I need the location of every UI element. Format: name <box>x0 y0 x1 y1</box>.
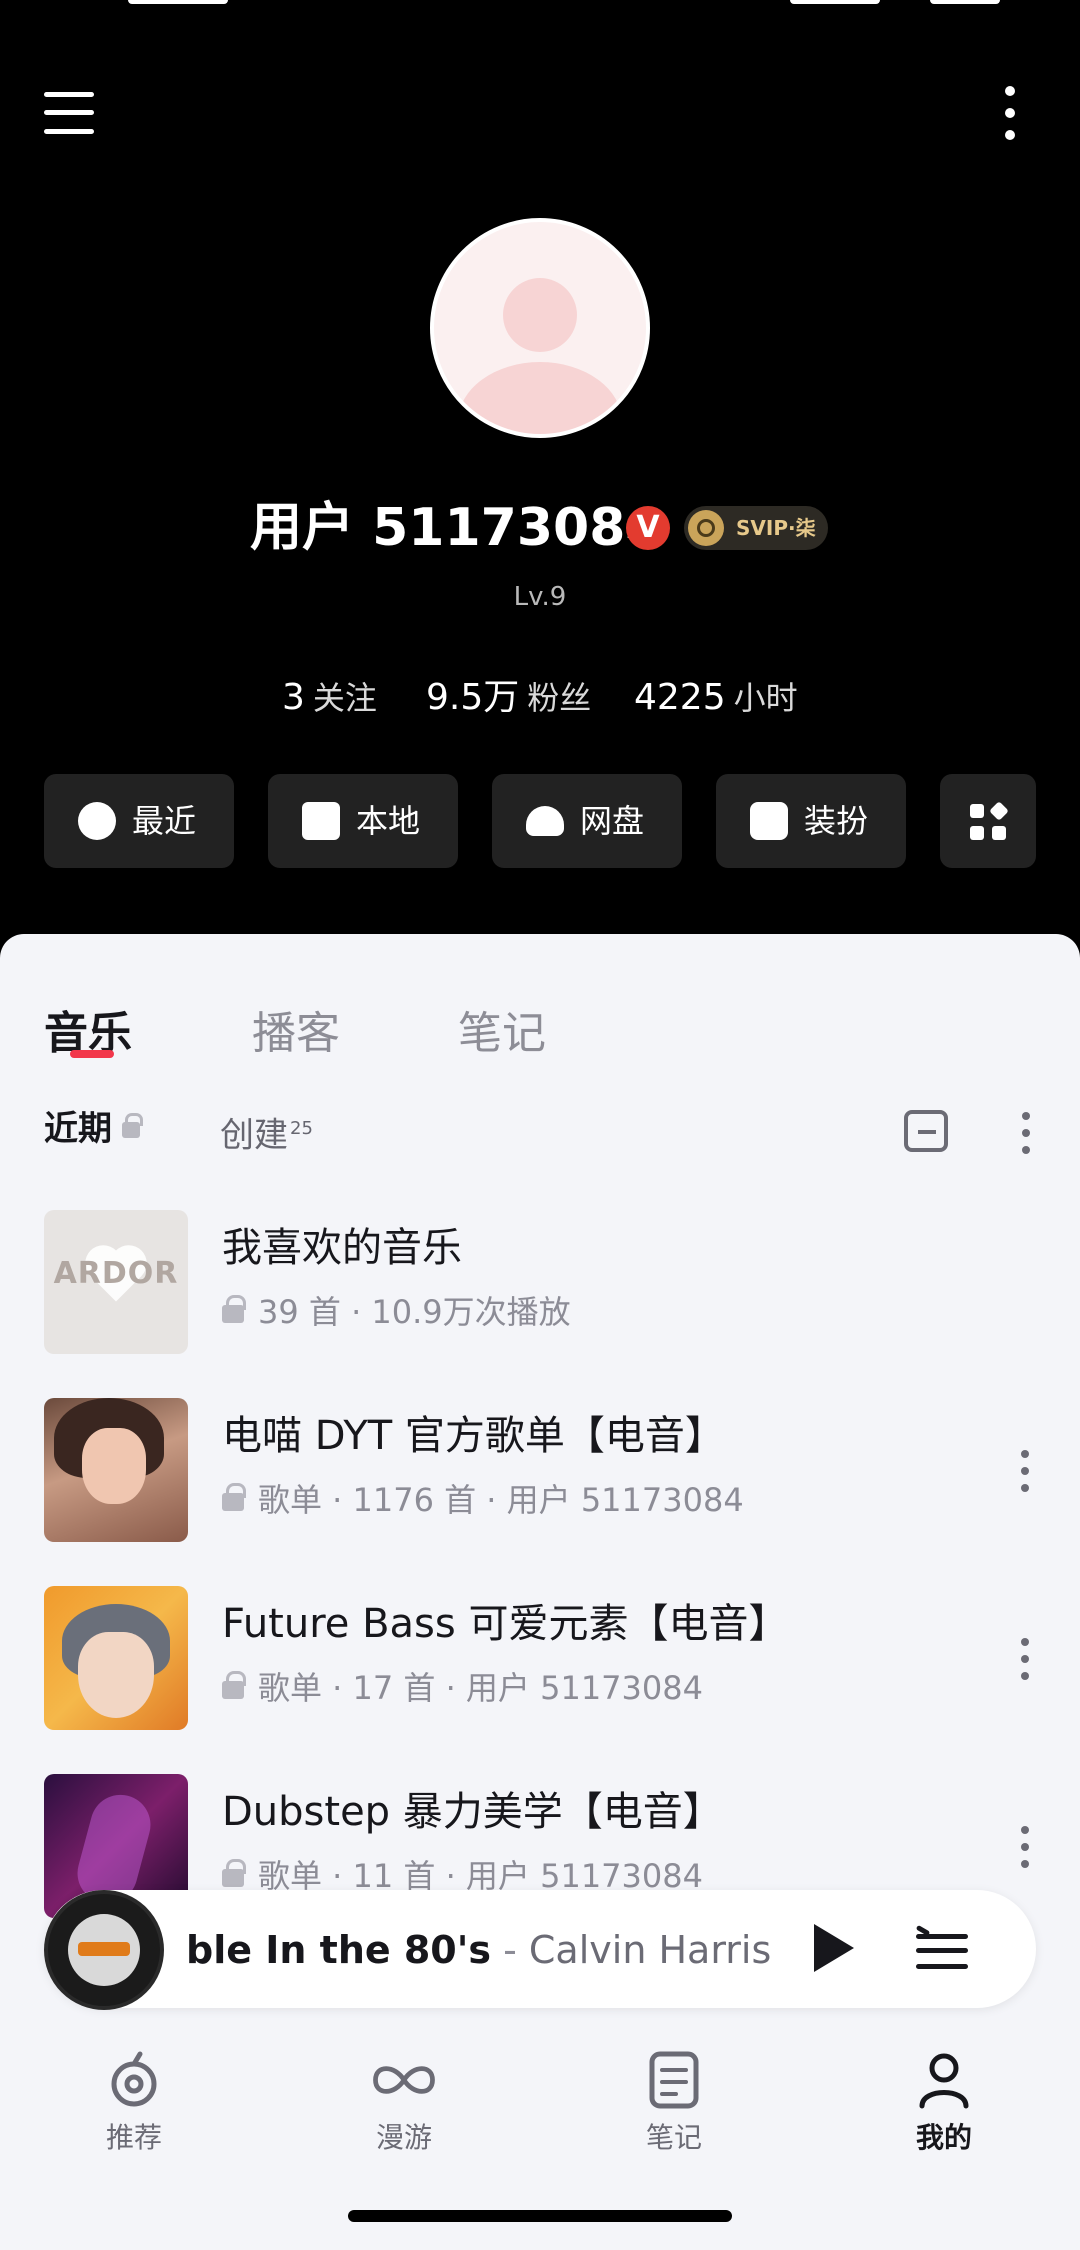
status-bar <box>0 0 1080 20</box>
playlist-meta-text: 歌单 · 17 首 · 用户 51173084 <box>258 1669 703 1707</box>
stat-value: 4225 <box>634 677 726 718</box>
stat-label: 粉丝 <box>527 679 592 717</box>
playlist-title: Dubstep 暴力美学【电音】 <box>222 1789 723 1835</box>
quick-label: 本地 <box>356 802 421 840</box>
now-playing-song: ble In the 80's <box>186 1928 492 1972</box>
svip-label: SVIP·柒 <box>736 516 816 540</box>
stat-label: 小时 <box>733 679 798 717</box>
created-count: 25 <box>290 1118 313 1139</box>
quick-theme-button[interactable]: 装扮 <box>716 774 906 868</box>
playlist-meta-text: 39 首 · 10.9万次播放 <box>258 1293 571 1331</box>
quick-more-button[interactable] <box>940 774 1036 868</box>
user-icon <box>919 2053 969 2109</box>
cover-brand: ARDOR <box>53 1256 179 1291</box>
playlist-more-icon[interactable] <box>1018 1822 1032 1872</box>
playlist-cover <box>44 1398 188 1542</box>
clock-icon <box>78 802 116 840</box>
lock-icon <box>122 1113 143 1138</box>
download-box-icon <box>302 802 340 840</box>
verified-badge[interactable]: V <box>626 506 670 550</box>
home-indicator[interactable] <box>348 2210 732 2222</box>
tab-notes[interactable]: 笔记 <box>458 1004 546 1064</box>
cloud-upload-icon <box>526 806 564 836</box>
stat-label: 关注 <box>312 679 377 717</box>
nav-roam[interactable]: 漫游 <box>324 2040 484 2154</box>
lock-icon <box>222 1483 246 1511</box>
svip-badge[interactable]: SVIP·柒 <box>684 506 828 550</box>
nav-notes[interactable]: 笔记 <box>594 2040 754 2154</box>
battery-icon <box>930 0 1000 4</box>
avatar[interactable] <box>430 218 650 438</box>
playlist-meta-text: 歌单 · 1176 首 · 用户 51173084 <box>258 1481 744 1519</box>
quick-cloud-button[interactable]: 网盘 <box>492 774 682 868</box>
recommend-icon <box>111 2051 157 2107</box>
username-row: 用户 51173084 V SVIP·柒 <box>0 492 1080 564</box>
signal-icon <box>790 0 880 4</box>
nav-label: 推荐 <box>105 2121 162 2154</box>
import-playlist-icon[interactable] <box>904 1110 948 1152</box>
quick-label: 网盘 <box>580 802 645 840</box>
playlist-title: Future Bass 可爱元素【电音】 <box>222 1601 789 1647</box>
nav-label: 漫游 <box>375 2121 432 2154</box>
subtab-created[interactable]: 创建 25 <box>220 1104 313 1160</box>
playlist-meta: 歌单 · 1176 首 · 用户 51173084 <box>222 1478 744 1522</box>
playlist-meta: 歌单 · 17 首 · 用户 51173084 <box>222 1666 703 1710</box>
now-playing-artist: Calvin Harris <box>528 1928 772 1972</box>
subtab-created-label: 创建 <box>220 1115 288 1156</box>
playlist-queue-icon[interactable] <box>915 1924 968 1972</box>
stat-listen-hours[interactable]: 4225 小时 <box>634 668 798 734</box>
lock-icon <box>222 1295 246 1323</box>
nav-label: 笔记 <box>645 2121 702 2154</box>
more-vertical-icon[interactable] <box>1000 86 1020 140</box>
playlist-meta: 39 首 · 10.9万次播放 <box>222 1290 571 1334</box>
quick-recent-button[interactable]: 最近 <box>44 774 234 868</box>
tab-podcast[interactable]: 播客 <box>252 1004 340 1064</box>
nav-mine[interactable]: 我的 <box>864 2040 1024 2154</box>
quick-label: 最近 <box>132 802 197 840</box>
nav-label: 我的 <box>915 2121 972 2154</box>
playlist-cover: ARDOR <box>44 1210 188 1354</box>
infinity-icon <box>373 2066 435 2094</box>
quick-local-button[interactable]: 本地 <box>268 774 458 868</box>
note-icon <box>649 2051 699 2109</box>
now-playing-text[interactable]: ble In the 80's - Calvin Harris <box>186 1920 771 1980</box>
stat-following[interactable]: 3 关注 <box>282 668 377 734</box>
stat-value: 3 <box>282 677 305 718</box>
stat-followers[interactable]: 9.5万 粉丝 <box>426 668 591 734</box>
user-level[interactable]: Lv.9 <box>0 582 1080 612</box>
lock-icon <box>222 1859 246 1887</box>
status-time-fragment <box>128 0 228 4</box>
shirt-icon <box>750 802 788 840</box>
username[interactable]: 用户 51173084 <box>250 492 662 564</box>
playlist-more-icon[interactable] <box>1018 1634 1032 1684</box>
playlist-item[interactable]: ARDOR 我喜欢的音乐 39 首 · 10.9万次播放 <box>0 1210 1080 1360</box>
stat-value: 9.5万 <box>426 677 520 718</box>
now-playing-separator: - <box>491 1928 529 1972</box>
vinyl-icon <box>688 510 724 546</box>
nav-recommend[interactable]: 推荐 <box>54 2040 214 2154</box>
album-disc[interactable] <box>44 1890 164 2010</box>
playlist-item[interactable]: Future Bass 可爱元素【电音】 歌单 · 17 首 · 用户 5117… <box>0 1586 1080 1736</box>
subtab-recent[interactable]: 近期 <box>44 1104 143 1154</box>
quick-label: 装扮 <box>804 802 869 840</box>
playlist-title: 电喵 DYT 官方歌单【电音】 <box>222 1413 725 1459</box>
user-stats: 3 关注 9.5万 粉丝 4225 小时 <box>0 668 1080 728</box>
play-icon[interactable] <box>814 1924 854 1972</box>
list-more-icon[interactable] <box>1019 1108 1033 1158</box>
playlist-title: 我喜欢的音乐 <box>222 1225 462 1271</box>
active-tab-indicator <box>70 1050 114 1058</box>
playlist-item[interactable]: 电喵 DYT 官方歌单【电音】 歌单 · 1176 首 · 用户 5117308… <box>0 1398 1080 1548</box>
subtab-recent-label: 近期 <box>44 1109 112 1149</box>
menu-icon[interactable] <box>44 92 94 134</box>
lock-icon <box>222 1671 246 1699</box>
playlist-cover <box>44 1586 188 1730</box>
playlist-more-icon[interactable] <box>1018 1446 1032 1496</box>
